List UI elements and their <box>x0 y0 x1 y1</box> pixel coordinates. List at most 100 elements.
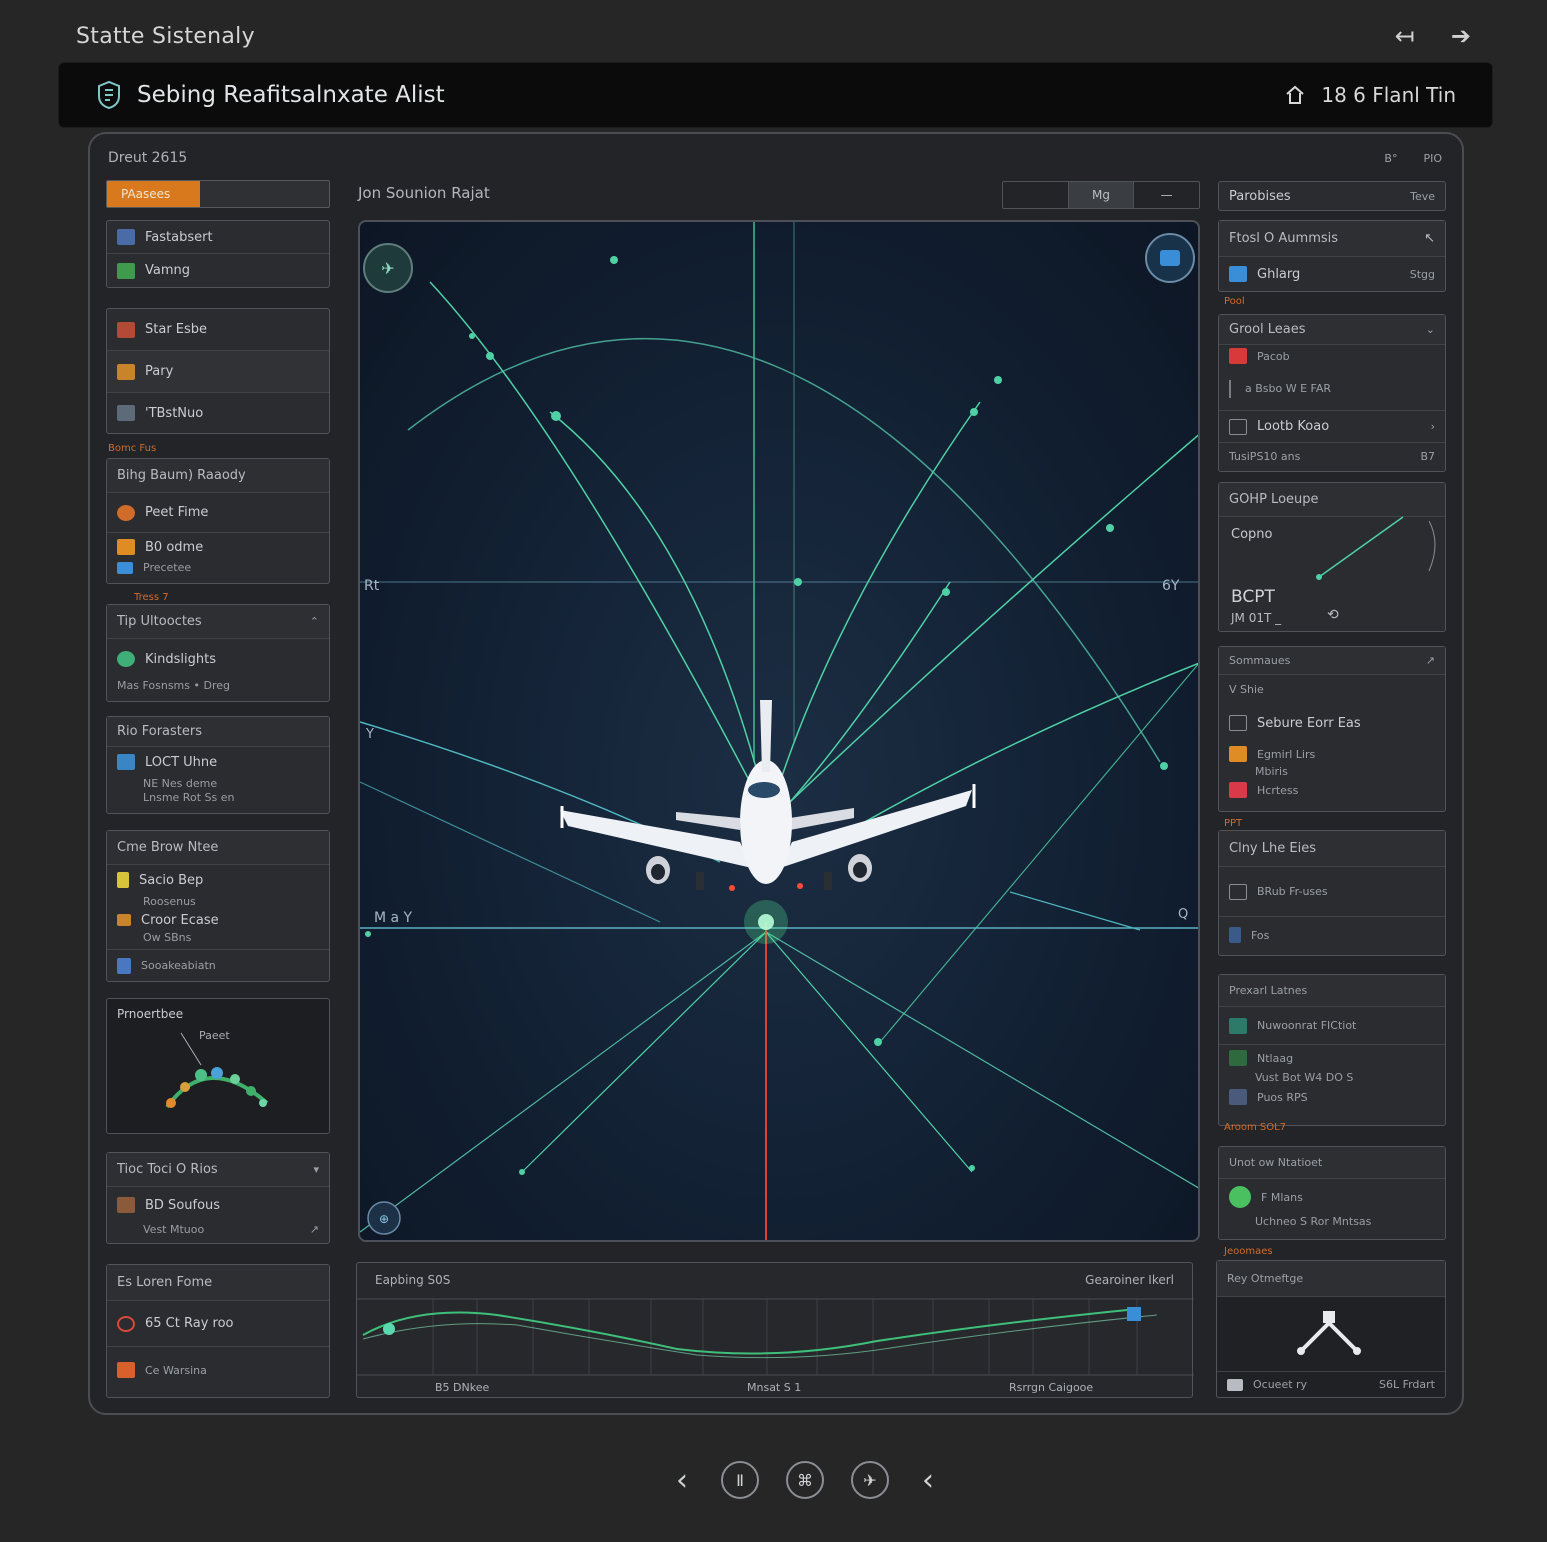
section-label: Pool <box>1224 296 1245 307</box>
list-item[interactable]: Lootb Koao › <box>1219 411 1445 443</box>
alert-icon <box>1229 348 1247 364</box>
list-item[interactable]: Pacob <box>1219 345 1445 367</box>
list-item[interactable]: LOCT Uhne <box>107 747 329 777</box>
app-title: Statte Sistenaly <box>76 24 255 49</box>
globe-icon <box>117 651 135 667</box>
trajectory-line <box>549 411 761 783</box>
arc-dot <box>246 1086 256 1096</box>
arc-dot <box>230 1074 240 1084</box>
section-label: PPT <box>1224 818 1243 829</box>
page-title: Sebing Reafitsalnxate Alist <box>137 82 445 108</box>
trajectory-overlay: ✈ ⊕ Rt 6Y Y M a Y Q <box>360 222 1198 1240</box>
square-icon <box>117 539 135 555</box>
list-item[interactable]: Ce Warsina <box>107 1347 329 1393</box>
list-item[interactable]: BD Soufous <box>107 1187 329 1223</box>
back-arrow-icon[interactable]: ↤ <box>1395 22 1415 50</box>
timeline-start-marker[interactable] <box>383 1323 395 1335</box>
list-item[interactable]: Ghlarg Stgg <box>1219 257 1445 291</box>
list-item[interactable]: Star Esbe <box>107 309 329 351</box>
page-icon <box>1229 418 1247 435</box>
list-item[interactable]: Kindslights <box>107 639 329 679</box>
prev-arrow-icon[interactable]: ‹ <box>670 1463 694 1498</box>
list-item[interactable]: 65 Ct Ray roo <box>107 1301 329 1347</box>
left-panel-5: Rio Forasters LOCT Uhne NE Nes deme Lnsm… <box>106 716 330 814</box>
list-item[interactable]: a Bsbo W E FAR <box>1219 367 1445 411</box>
list-item[interactable]: B0 odme <box>107 533 329 561</box>
right-tab[interactable]: Parobises Teve <box>1219 182 1445 210</box>
list-item[interactable]: Sooakeabiatn <box>107 949 329 981</box>
command-button[interactable]: ⌘ <box>786 1461 824 1499</box>
list-item[interactable]: Croor Ecase <box>107 909 329 931</box>
forward-arrow-icon[interactable]: ➔ <box>1451 22 1471 50</box>
list-sub: Precetee <box>107 561 329 575</box>
list-item[interactable]: Puos RPS <box>1219 1085 1445 1109</box>
dropdown-icon[interactable]: ▾ <box>313 1163 319 1176</box>
bottom-toolbar: ‹ Ⅱ ⌘ ✈ ‹ <box>670 1458 940 1502</box>
timeline-chart <box>357 1298 1194 1376</box>
arc-dot <box>195 1069 207 1081</box>
value-readout-sub: JM 01T _ <box>1231 611 1282 625</box>
frame-corner-b: PIO <box>1423 152 1442 165</box>
list-item[interactable]: Hcrtess <box>1219 779 1445 801</box>
list-item[interactable]: V Shie <box>1219 675 1445 703</box>
list-item[interactable]: Fos <box>1219 917 1445 953</box>
pin-icon[interactable]: ↖ <box>1424 231 1435 246</box>
back-chevron-icon[interactable]: ‹ <box>916 1463 940 1498</box>
timeline-tick-label: Rsrrgn Caigooe <box>1009 1381 1094 1394</box>
tab-1[interactable] <box>1003 182 1069 208</box>
list-sub: Vest Mtuoo ↗ <box>143 1223 319 1237</box>
list-item[interactable]: Sacio Bep <box>107 865 329 895</box>
right-panel-8: Rey Otmeftge Ocueet ry S6L Frdart <box>1216 1260 1446 1398</box>
list-item[interactable]: Egmirl Lirs <box>1219 743 1445 765</box>
viewport-title: Jon Sounion Rajat <box>358 184 490 202</box>
trajectory-line <box>789 434 1198 803</box>
gauge-icon <box>117 504 135 521</box>
location-pin-icon <box>117 1315 135 1332</box>
chevron-icon[interactable]: ⌃ <box>310 615 319 628</box>
timeline-tick-label: Mnsat S 1 <box>747 1381 802 1394</box>
ray-line <box>765 931 1198 1189</box>
flight-mode-button[interactable]: ✈ <box>851 1461 889 1499</box>
left-panel-6: Cme Brow Ntee Sacio Bep Roosenus Croor E… <box>106 830 330 982</box>
panel-header: Rey Otmeftge <box>1217 1261 1445 1297</box>
list-item[interactable]: Fastabsert <box>107 221 329 254</box>
left-panel-3: Bihg Baum) Raaody Peet Fime B0 odme Prec… <box>106 458 330 584</box>
axis-label-bottom: M a Y <box>374 910 413 926</box>
folder-icon <box>117 363 135 380</box>
list-item[interactable]: Peet Fime <box>107 493 329 533</box>
list-item[interactable]: Vamng <box>107 254 329 287</box>
file-icon <box>1229 927 1241 943</box>
trajectory-viewport[interactable]: ✈ ⊕ Rt 6Y Y M a Y Q <box>358 220 1200 1242</box>
tab-3[interactable]: — <box>1134 182 1199 208</box>
timeline-end-marker[interactable] <box>1127 1307 1141 1321</box>
panel-footer: Ocueet ry S6L Frdart <box>1217 1371 1445 1397</box>
pointer-icon[interactable]: ↗ <box>310 1223 319 1237</box>
panel-header: Prexarl Latnes <box>1219 975 1445 1007</box>
timeline-panel[interactable]: Eapbing S0S Gearoiner Ikerl B5 DNkee Mns… <box>356 1262 1194 1398</box>
list-item[interactable]: Pary <box>107 351 329 393</box>
right-panel-4: Sommaues ↗ V Shie Sebure Eorr Eas Egmirl … <box>1218 646 1446 812</box>
arc-dot <box>211 1067 223 1079</box>
right-panel-5: Clny Lhe Eies BRub Fr-uses Fos <box>1218 830 1446 956</box>
pause-button[interactable]: Ⅱ <box>721 1461 759 1499</box>
list-item[interactable]: BRub Fr-uses <box>1219 867 1445 917</box>
shield-logo-icon <box>98 80 120 110</box>
list-item[interactable]: 'TBstNuo <box>107 393 329 433</box>
progress-label: PAasees <box>121 187 171 201</box>
ray-line <box>765 931 973 1173</box>
window-nav: ↤ ➔ <box>1395 22 1471 50</box>
ray-line <box>879 663 1198 1043</box>
chart-icon <box>117 262 135 279</box>
value-readout: BCPT <box>1231 587 1275 607</box>
list-item[interactable]: Nuwoonrat FICtiot <box>1219 1007 1445 1045</box>
tab-2[interactable]: Mg <box>1068 182 1135 208</box>
home-icon[interactable] <box>1285 84 1305 106</box>
calendar-icon <box>117 321 135 338</box>
list-item[interactable]: Sebure Eorr Eas <box>1219 703 1445 743</box>
list-item[interactable]: Ntlaag <box>1219 1045 1445 1071</box>
list-icon <box>1229 715 1247 731</box>
refresh-icon[interactable]: ⟲ <box>1327 607 1339 623</box>
section-label: Bomc Fus <box>108 443 157 454</box>
list-item[interactable]: F Mlans <box>1219 1179 1445 1215</box>
screen-icon <box>117 754 135 770</box>
